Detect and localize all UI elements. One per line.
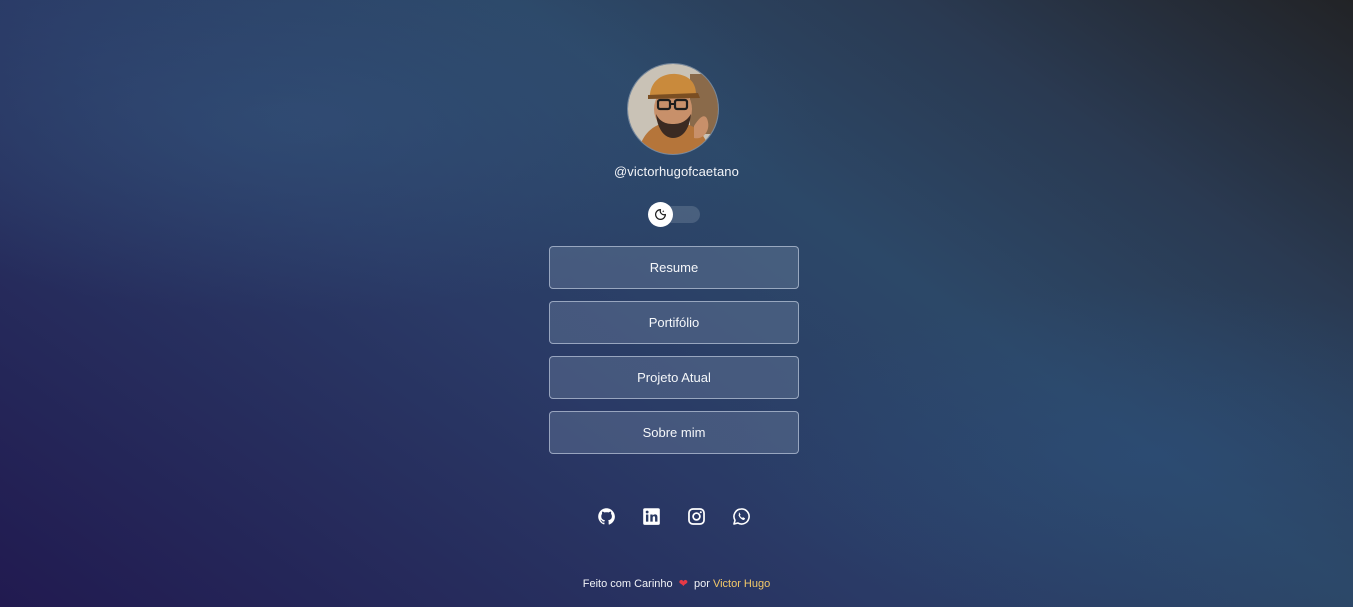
avatar [628,64,718,154]
footer-prefix: Feito com Carinho [582,578,673,590]
github-link[interactable] [595,505,617,527]
linkedin-link[interactable] [640,505,662,527]
instagram-icon [687,507,705,525]
github-icon [597,507,615,525]
toggle-knob[interactable] [648,202,673,227]
portfolio-button[interactable]: Portifólio [549,301,799,344]
resume-button[interactable]: Resume [549,246,799,289]
theme-toggle[interactable] [648,202,700,227]
link-list: Resume Portifólio Projeto Atual Sobre mi… [549,246,799,466]
footer: Feito com Carinho ❤ por Victor Hugo [0,577,1353,590]
instagram-link[interactable] [685,505,707,527]
moon-icon [655,209,666,220]
username: @victorhugofcaetano [614,164,739,179]
social-links [594,505,758,527]
heart-icon: ❤ [678,578,688,590]
author-link[interactable]: Victor Hugo [713,578,770,590]
about-me-button[interactable]: Sobre mim [549,411,799,454]
current-project-button[interactable]: Projeto Atual [549,356,799,399]
avatar-photo [628,64,718,154]
whatsapp-icon [732,507,750,525]
linkedin-icon [642,507,660,525]
link-page: @victorhugofcaetano Resume Portifólio Pr… [0,0,1353,607]
whatsapp-link[interactable] [730,505,752,527]
footer-middle: por [693,578,710,590]
